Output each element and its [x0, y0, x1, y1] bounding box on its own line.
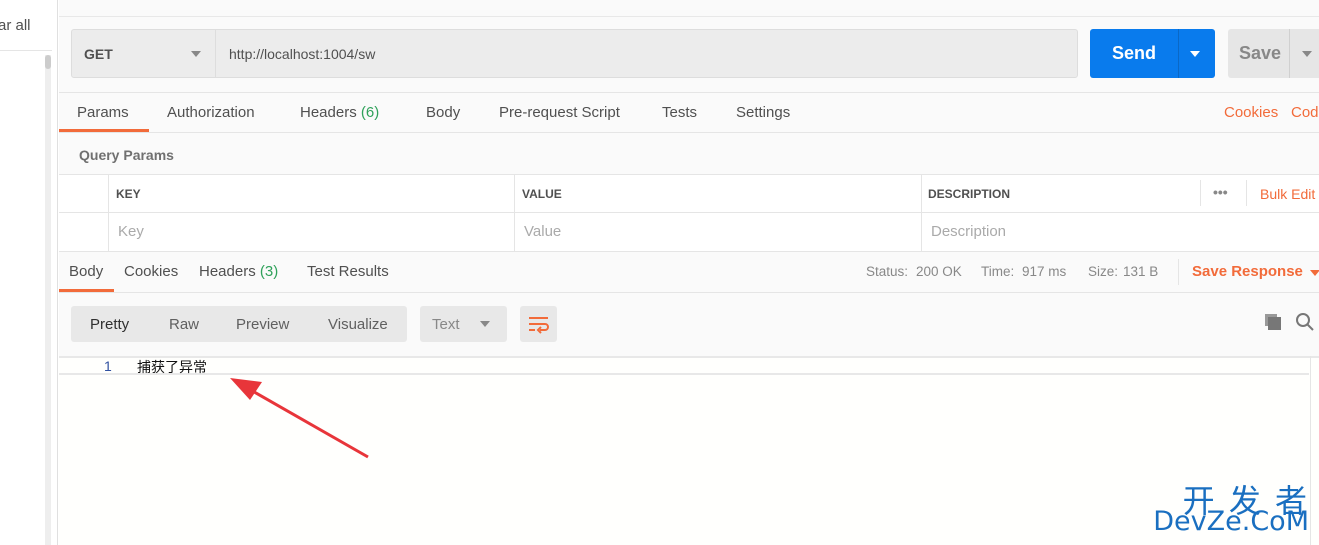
- tab-label: Headers: [199, 263, 256, 280]
- response-tab-cookies[interactable]: Cookies: [124, 263, 178, 280]
- response-tab-test-results[interactable]: Test Results: [307, 263, 389, 280]
- bulk-edit-link[interactable]: Bulk Edit: [1260, 186, 1315, 202]
- tab-authorization[interactable]: Authorization: [167, 104, 255, 121]
- red-arrow-annotation: [230, 378, 369, 459]
- wrap-lines-button[interactable]: [520, 306, 557, 342]
- status-value: 200 OK: [916, 264, 962, 279]
- clear-all-link[interactable]: ar all: [0, 17, 31, 34]
- time-label: Time:: [981, 264, 1015, 279]
- response-tab-body[interactable]: Body: [69, 263, 103, 280]
- sidebar: ar all: [0, 0, 58, 545]
- save-button[interactable]: Save: [1228, 29, 1319, 78]
- save-response-button[interactable]: Save Response: [1192, 263, 1303, 280]
- active-response-tab-indicator: [59, 289, 114, 292]
- size-label: Size:: [1088, 264, 1119, 279]
- copy-icon[interactable]: [1263, 312, 1283, 332]
- headers-count: (3): [259, 263, 279, 280]
- line-number: 1: [104, 358, 112, 374]
- tab-settings[interactable]: Settings: [736, 104, 790, 121]
- tab-pre-request-script[interactable]: Pre-request Script: [499, 104, 620, 121]
- time-value: 917 ms: [1022, 264, 1067, 279]
- column-value: VALUE: [522, 187, 562, 201]
- format-label: Text: [432, 316, 460, 333]
- url-input[interactable]: http://localhost:1004/sw: [229, 46, 375, 62]
- key-input[interactable]: Key: [118, 223, 144, 240]
- tab-params[interactable]: Params: [77, 104, 129, 121]
- response-body-line: 捕获了异常: [137, 360, 207, 376]
- view-raw[interactable]: Raw: [169, 316, 199, 333]
- chevron-down-icon: [480, 321, 490, 327]
- sidebar-scrollbar[interactable]: [45, 55, 51, 545]
- tab-headers[interactable]: Headers (6): [300, 104, 379, 121]
- view-visualize[interactable]: Visualize: [328, 316, 388, 333]
- scrollbar-thumb[interactable]: [45, 55, 51, 69]
- watermark-bottom: DevZe.CoM: [1153, 506, 1309, 537]
- query-params-title: Query Params: [79, 147, 174, 163]
- value-input[interactable]: Value: [524, 223, 561, 240]
- code-link[interactable]: Code: [1291, 104, 1319, 121]
- more-options-icon[interactable]: •••: [1213, 184, 1228, 200]
- tab-bar: [59, 0, 1319, 17]
- send-label: Send: [1112, 43, 1157, 63]
- tab-body[interactable]: Body: [426, 104, 460, 121]
- view-pretty[interactable]: Pretty: [90, 316, 129, 333]
- save-label: Save: [1239, 43, 1282, 63]
- tab-tests[interactable]: Tests: [662, 104, 697, 121]
- column-description: DESCRIPTION: [928, 187, 1011, 201]
- cookies-link[interactable]: Cookies: [1224, 104, 1278, 121]
- chevron-down-icon: [191, 51, 201, 57]
- params-table: [59, 174, 1319, 252]
- headers-count: (6): [360, 104, 380, 121]
- description-input[interactable]: Description: [931, 223, 1006, 240]
- response-tab-headers[interactable]: Headers (3): [199, 263, 278, 280]
- chevron-down-icon[interactable]: [1190, 51, 1200, 57]
- chevron-down-icon[interactable]: [1310, 270, 1319, 276]
- size-value: 131 B: [1123, 264, 1159, 279]
- url-bar: [71, 29, 1078, 78]
- editor-scrollbar[interactable]: [1310, 356, 1311, 545]
- chevron-down-icon[interactable]: [1302, 51, 1312, 57]
- format-select[interactable]: Text: [420, 306, 507, 342]
- search-icon[interactable]: [1295, 312, 1315, 332]
- wrap-icon: [529, 317, 549, 334]
- method-select[interactable]: GET: [71, 29, 216, 78]
- view-preview[interactable]: Preview: [236, 316, 289, 333]
- method-label: GET: [84, 46, 113, 62]
- send-button[interactable]: Send: [1090, 29, 1215, 78]
- column-key: KEY: [116, 187, 141, 201]
- tab-label: Headers: [300, 104, 357, 121]
- status-label: Status:: [866, 264, 909, 279]
